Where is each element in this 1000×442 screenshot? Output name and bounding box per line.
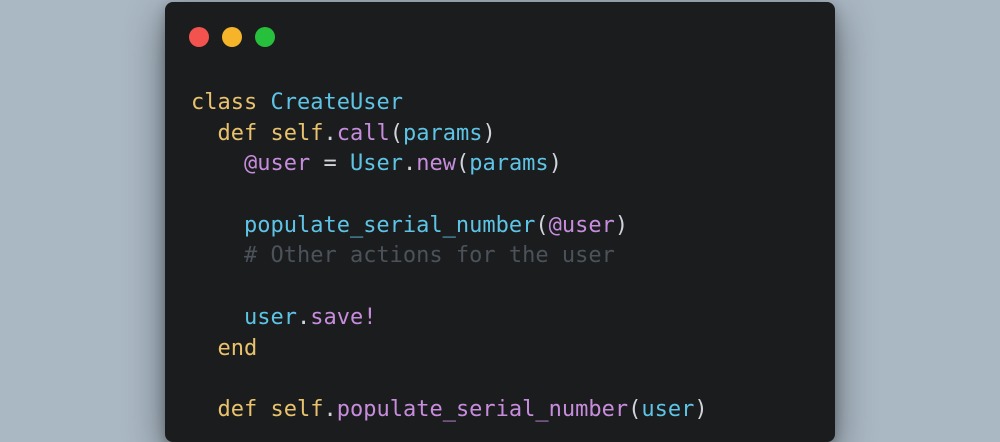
code-token: User: [349, 151, 403, 177]
code-line: @user = User.new(params): [191, 149, 708, 180]
code-token: .: [402, 151, 417, 177]
code-token: ): [614, 212, 629, 238]
code-token: =: [310, 151, 350, 177]
code-line: user.save!: [191, 303, 708, 334]
code-token: populate_serial_number: [336, 396, 629, 422]
code-line: # Other actions for the user: [191, 241, 708, 272]
code-token: save!: [310, 304, 377, 330]
code-token: .: [296, 304, 311, 330]
minimize-window-button[interactable]: [222, 27, 242, 47]
code-window: class CreateUser def self.call(params) @…: [165, 2, 835, 442]
code-token: ): [482, 120, 496, 146]
code-token: user: [243, 304, 297, 330]
code-token: call: [336, 120, 390, 146]
code-token: ): [694, 396, 708, 422]
code-token: @user: [243, 151, 311, 177]
window-titlebar: [165, 2, 835, 72]
code-token: self: [270, 396, 324, 422]
code-token: ): [548, 151, 562, 177]
zoom-window-button[interactable]: [255, 27, 275, 47]
code-token: (: [628, 396, 642, 422]
code-line: class CreateUser: [191, 88, 708, 119]
code-block: class CreateUser def self.call(params) @…: [191, 88, 708, 426]
code-line: def self.populate_serial_number(user): [191, 395, 708, 426]
code-token: (: [389, 120, 403, 146]
code-token: .: [323, 120, 337, 146]
code-token: (: [455, 151, 470, 177]
code-line: populate_serial_number(@user): [191, 211, 708, 242]
code-token: (: [535, 212, 549, 238]
code-token: CreateUser: [270, 90, 403, 115]
code-token: self: [270, 120, 324, 146]
code-token: params: [469, 151, 549, 177]
code-token: params: [402, 120, 483, 146]
code-token: def: [217, 120, 258, 146]
code-line: end: [191, 334, 708, 365]
code-token: user: [641, 396, 695, 422]
code-token: @user: [548, 212, 615, 238]
close-window-button[interactable]: [189, 27, 209, 47]
code-token: def: [217, 396, 258, 422]
code-token: class: [191, 90, 258, 115]
code-line: def self.call(params): [191, 119, 708, 150]
code-token: populate_serial_number: [243, 212, 536, 238]
code-token: end: [217, 335, 258, 361]
code-comment: # Other actions for the user: [243, 243, 615, 269]
code-token: new: [416, 151, 456, 177]
code-token: .: [323, 396, 337, 422]
